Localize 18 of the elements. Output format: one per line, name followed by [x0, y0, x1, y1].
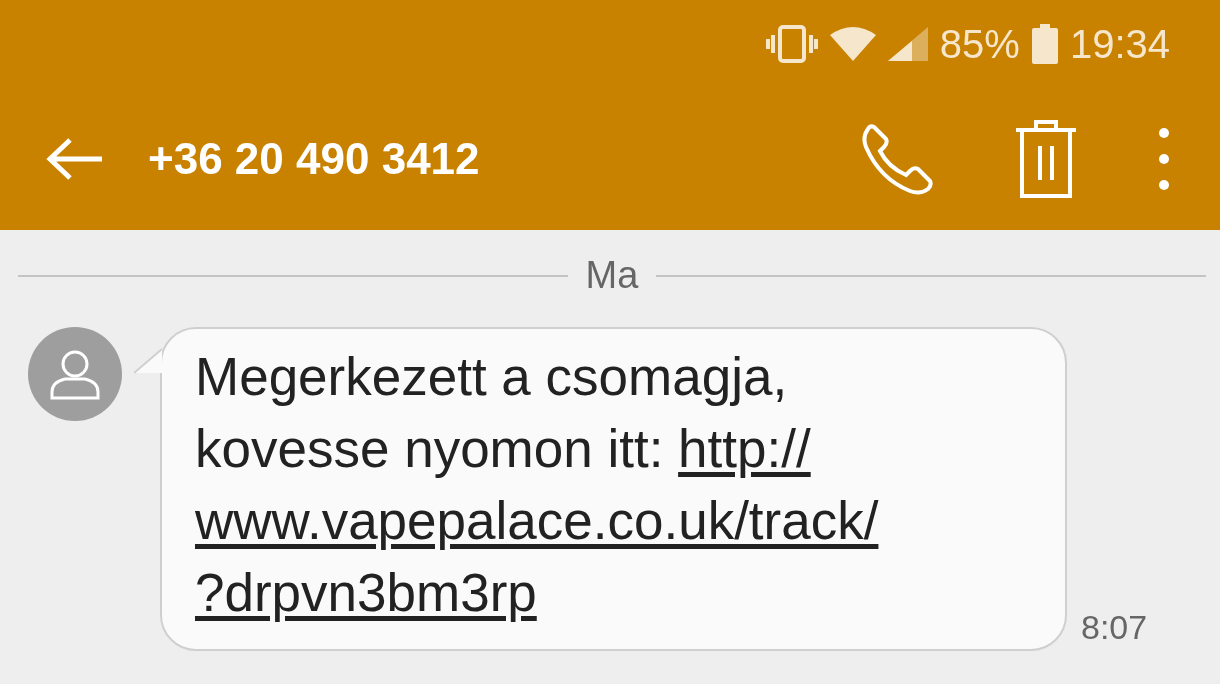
clock-time: 19:34 — [1069, 21, 1170, 67]
link[interactable]: ?drpvn3bm3rp — [195, 563, 537, 622]
link[interactable]: www.vapepalace.co.uk/track/ — [195, 491, 879, 550]
signal-icon — [887, 27, 928, 61]
phone-icon[interactable] — [860, 123, 934, 195]
contact-title: +36 20 490 3412 — [148, 134, 481, 184]
battery-percent: 85% — [939, 21, 1020, 67]
message-time: 8:07 — [1081, 608, 1148, 647]
link[interactable]: http:// — [678, 419, 811, 478]
battery-icon — [1031, 24, 1058, 64]
back-arrow-icon[interactable] — [46, 137, 104, 181]
date-divider: Ma — [585, 254, 639, 297]
trash-icon[interactable] — [1014, 120, 1078, 198]
vibrate-icon — [765, 25, 818, 63]
more-options-icon[interactable] — [1158, 127, 1170, 191]
message-text: Megerkezett a csomagja, kovesse nyomon itt: http:// www.vapepalace.co.uk/track/ ?drpvn3bm3rp — [195, 347, 879, 622]
wifi-icon — [829, 27, 876, 61]
person-icon — [49, 348, 101, 400]
